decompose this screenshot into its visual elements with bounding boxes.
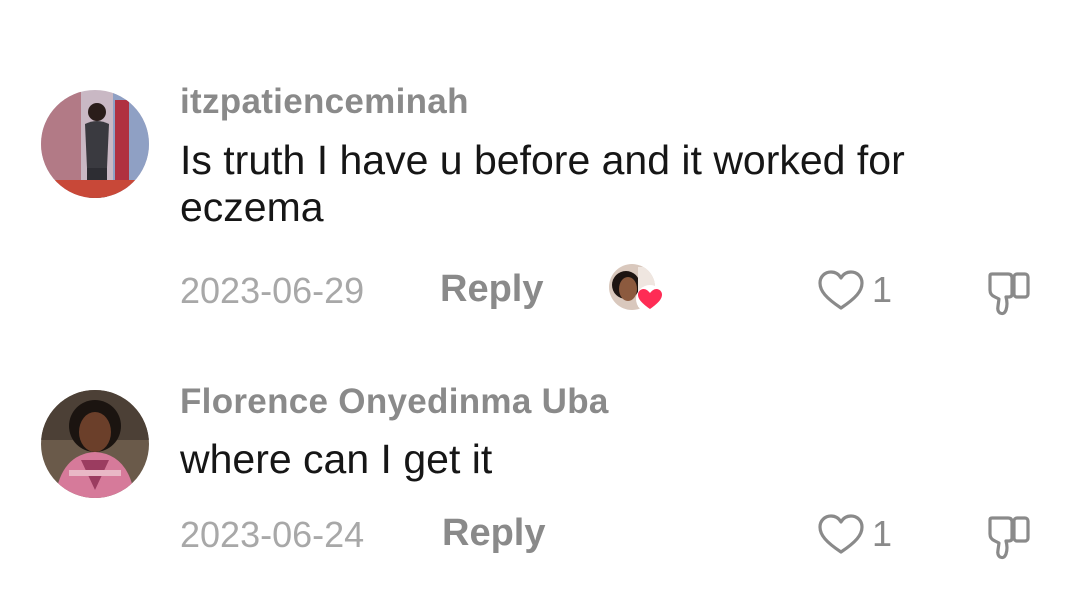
dislike-button[interactable] (986, 266, 1040, 323)
avatar-image (41, 390, 149, 498)
dislike-button[interactable] (986, 510, 1040, 567)
comment-text: Is truth I have u before and it worked f… (180, 137, 905, 230)
comment-date: 2023-06-29 (180, 270, 365, 311)
avatar-image (41, 90, 149, 198)
reply-button[interactable]: Reply (440, 268, 543, 311)
reply-button[interactable]: Reply (442, 512, 545, 555)
thumbs-down-icon (988, 272, 1030, 316)
heart-outline-icon (818, 270, 864, 310)
creator-liked-badge (608, 263, 664, 315)
heart-filled-icon (636, 285, 664, 313)
like-count: 1 (872, 269, 893, 310)
like-button[interactable]: 1 (816, 264, 892, 316)
avatar[interactable] (41, 390, 149, 498)
comment-username[interactable]: itzpatienceminah (180, 82, 469, 122)
thumbs-down-icon (988, 516, 1030, 560)
comment-text: where can I get it (180, 436, 493, 482)
comment-date: 2023-06-24 (180, 514, 365, 555)
like-count: 1 (872, 513, 893, 554)
like-button[interactable]: 1 (816, 508, 892, 560)
avatar[interactable] (41, 90, 149, 198)
comment-username[interactable]: Florence Onyedinma Uba (180, 382, 609, 422)
heart-outline-icon (818, 514, 864, 554)
